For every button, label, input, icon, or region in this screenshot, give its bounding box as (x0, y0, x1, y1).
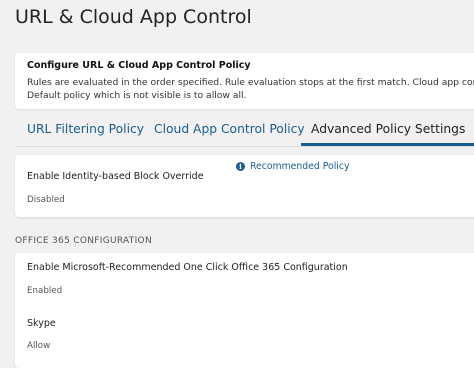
info-description-line-1: Rules are evaluated in the order specifi… (27, 77, 474, 88)
block-override-label: Enable Identity-based Block Override (27, 171, 204, 182)
tab-cloud-app-control-policy[interactable]: Cloud App Control Policy (154, 122, 305, 136)
skype-value[interactable]: Allow (27, 341, 50, 351)
info-description-line-2: Default policy which is not visible is t… (27, 90, 247, 101)
tab-advanced-policy-settings[interactable]: Advanced Policy Settings (311, 122, 465, 136)
office365-section-heading: OFFICE 365 CONFIGURATION (15, 236, 152, 246)
block-override-card: i Recommended Policy Enable Identity-bas… (15, 155, 474, 217)
active-tab-indicator (301, 143, 474, 146)
skype-label: Skype (27, 318, 56, 329)
info-description: Rules are evaluated in the order specifi… (27, 76, 474, 102)
block-override-value[interactable]: Disabled (27, 195, 65, 205)
one-click-office365-label: Enable Microsoft-Recommended One Click O… (27, 262, 348, 273)
info-heading: Configure URL & Cloud App Control Policy (27, 60, 251, 71)
tab-url-filtering-policy[interactable]: URL Filtering Policy (27, 122, 144, 136)
recommended-policy-label: Recommended Policy (250, 161, 350, 172)
office365-card: Enable Microsoft-Recommended One Click O… (15, 253, 474, 368)
info-icon: i (236, 162, 245, 171)
policy-info-card: Configure URL & Cloud App Control Policy… (15, 53, 474, 109)
policy-tabs: URL Filtering Policy Cloud App Control P… (15, 116, 474, 147)
page-title: URL & Cloud App Control (15, 6, 252, 28)
recommended-policy-link[interactable]: i Recommended Policy (236, 161, 350, 172)
one-click-office365-value[interactable]: Enabled (27, 286, 62, 296)
